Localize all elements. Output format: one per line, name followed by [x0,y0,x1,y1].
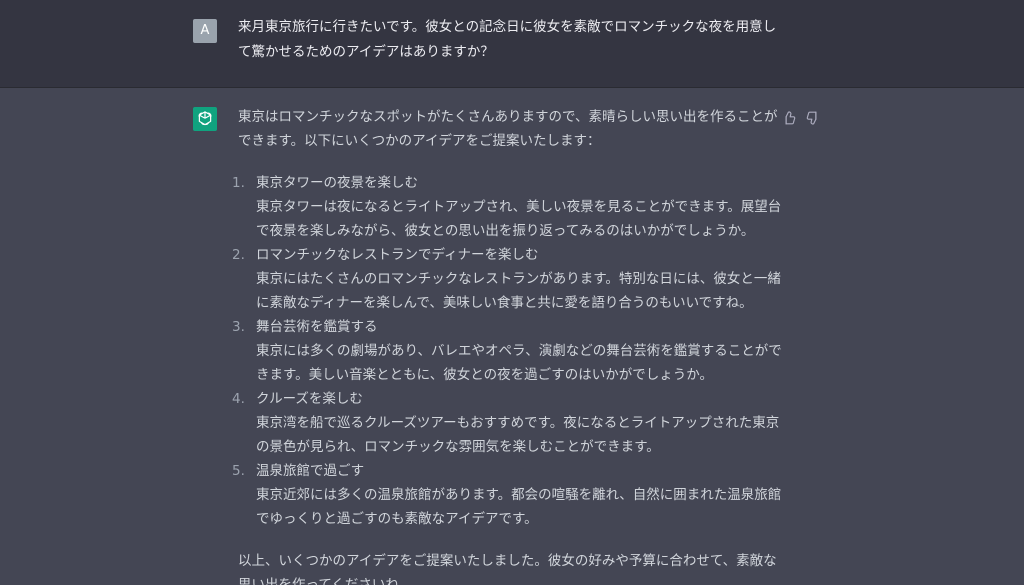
idea-body: 東京タワーは夜になるとライトアップされ、美しい夜景を見ることができます。展望台で… [256,199,782,239]
idea-title: ロマンチックなレストランでディナーを楽しむ [256,247,539,263]
assistant-intro: 東京はロマンチックなスポットがたくさんありますので、素晴らしい思い出を作ることが… [238,109,778,149]
idea-title: クルーズを楽しむ [256,391,363,407]
assistant-outro: 以上、いくつかのアイデアをご提案いたしました。彼女の好みや予算に合わせて、素敵な… [238,553,777,585]
list-item: 5. 温泉旅館で過ごす 東京近郊には多くの温泉旅館があります。都会の喧騒を離れ、… [232,459,783,531]
list-number: 4. [232,391,245,407]
list-number: 5. [232,463,245,479]
assistant-message-content: 東京はロマンチックなスポットがたくさんありますので、素晴らしい思い出を作ることが… [232,105,783,585]
list-number: 1. [232,175,245,191]
idea-title: 温泉旅館で過ごす [256,463,365,479]
list-number: 3. [232,319,245,335]
user-message-text: 来月東京旅行に行きたいです。彼女との記念日に彼女を素敵でロマンチックな夜を用意し… [238,19,777,60]
idea-body: 東京湾を船で巡るクルーズツアーもおすすめです。夜になるとライトアップされた東京の… [256,415,780,455]
ideas-list: 1. 東京タワーの夜景を楽しむ 東京タワーは夜になるとライトアップされ、美しい夜… [232,171,783,531]
feedback-buttons [781,110,821,126]
idea-body: 東京には多くの劇場があり、バレエやオペラ、演劇などの舞台芸術を鑑賞することができ… [256,343,782,383]
openai-logo-icon [193,107,217,131]
list-item: 3. 舞台芸術を鑑賞する 東京には多くの劇場があり、バレエやオペラ、演劇などの舞… [232,315,783,387]
list-item: 4. クルーズを楽しむ 東京湾を船で巡るクルーズツアーもおすすめです。夜になると… [232,387,783,459]
user-message-block: A 来月東京旅行に行きたいです。彼女との記念日に彼女を素敵でロマンチックな夜を用… [0,0,1024,88]
list-number: 2. [232,247,245,263]
idea-title: 東京タワーの夜景を楽しむ [256,175,418,191]
list-item: 1. 東京タワーの夜景を楽しむ 東京タワーは夜になるとライトアップされ、美しい夜… [232,171,783,243]
thumbs-up-icon[interactable] [781,110,797,126]
thumbs-down-icon[interactable] [805,110,821,126]
user-avatar: A [193,19,217,43]
idea-body: 東京にはたくさんのロマンチックなレストランがあります。特別な日には、彼女と一緒に… [256,271,781,311]
idea-title: 舞台芸術を鑑賞する [256,319,378,335]
list-item: 2. ロマンチックなレストランでディナーを楽しむ 東京にはたくさんのロマンチック… [232,243,783,315]
idea-body: 東京近郊には多くの温泉旅館があります。都会の喧騒を離れ、自然に囲まれた温泉旅館で… [256,487,782,527]
assistant-message-block: 東京はロマンチックなスポットがたくさんありますので、素晴らしい思い出を作ることが… [0,88,1024,585]
